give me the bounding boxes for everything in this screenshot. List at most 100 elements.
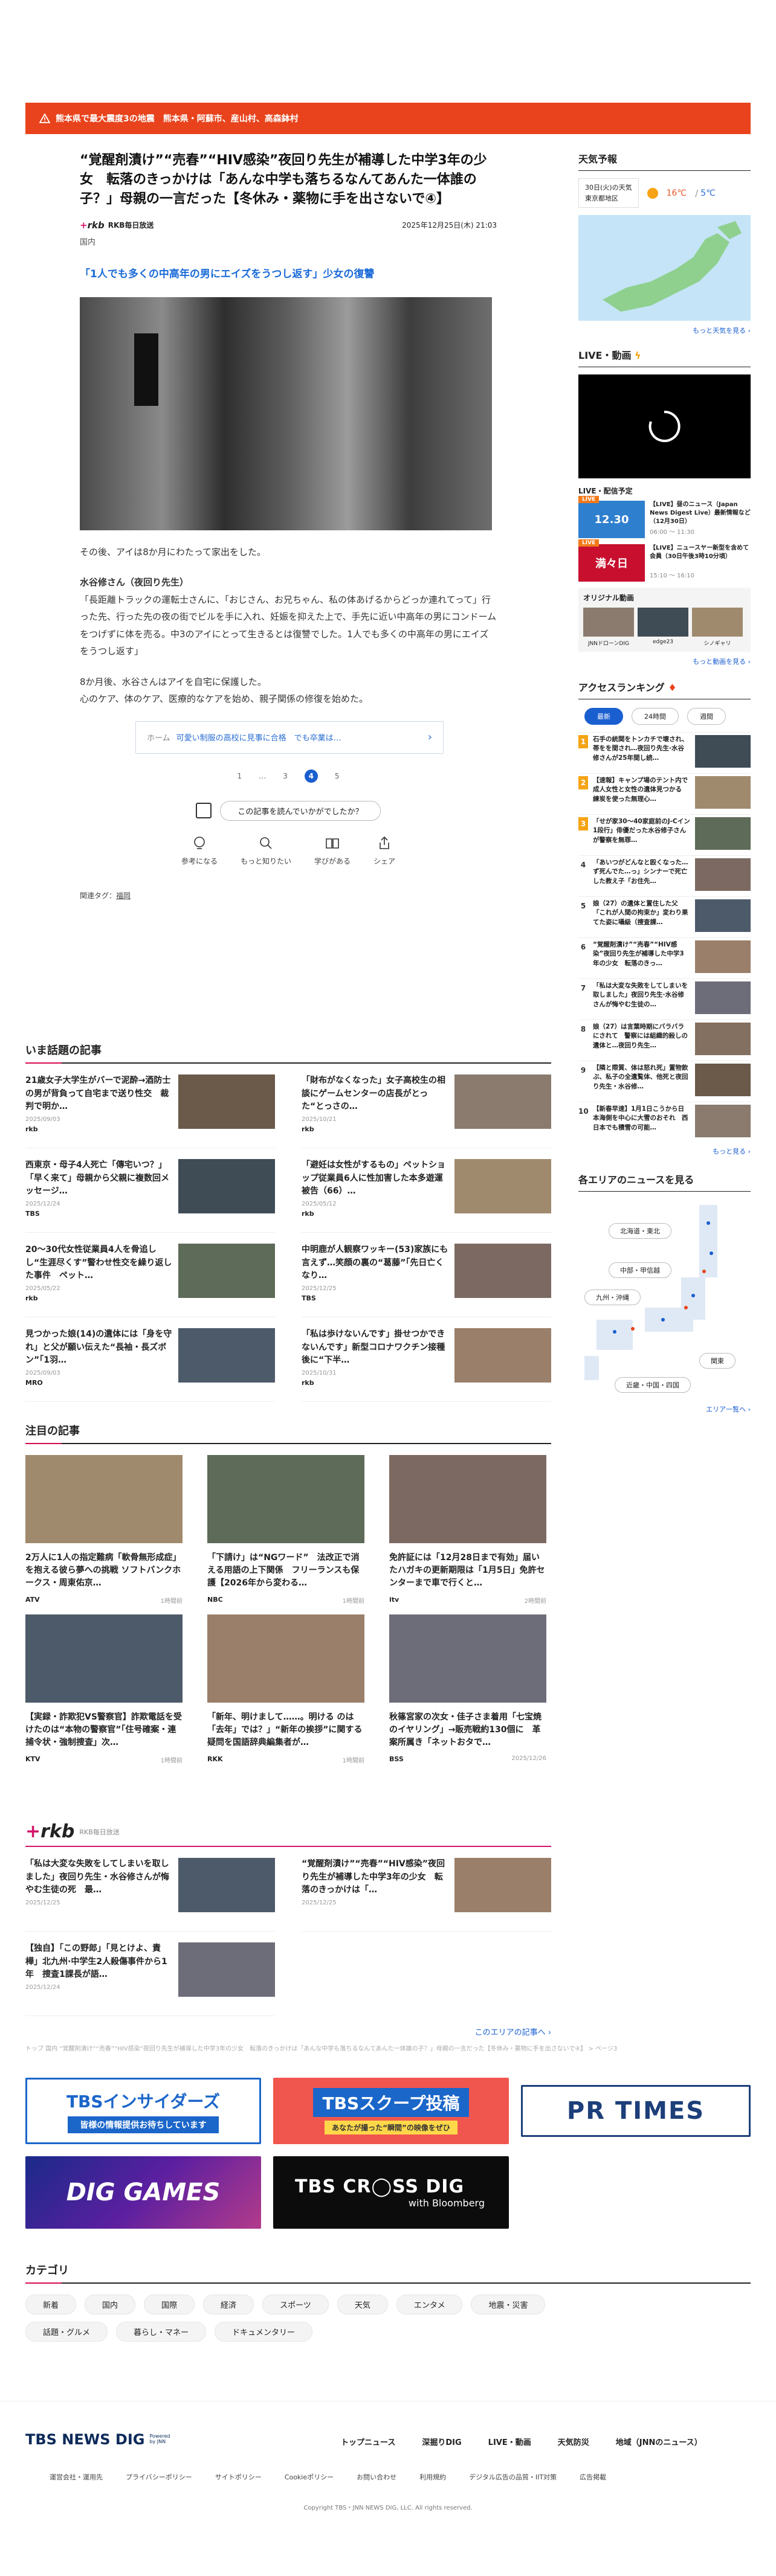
tag-fukuoka[interactable]: 福岡 bbox=[116, 891, 131, 900]
category-chip[interactable]: エンタメ bbox=[396, 2295, 463, 2314]
page-5[interactable]: 5 bbox=[335, 772, 340, 780]
item-thumbnail bbox=[25, 1614, 183, 1703]
footer-sub-link[interactable]: サイトポリシー bbox=[215, 2472, 262, 2482]
body-paragraph: 8か月後、水谷さんはアイを自宅に保護した。 bbox=[80, 676, 267, 687]
live-schedule-item[interactable]: 12.30 LIVE 【LIVE】昼のニュース（Japan News Digest … bbox=[578, 496, 751, 539]
category-chip[interactable]: 暮らし・マネー bbox=[116, 2322, 207, 2342]
footer-logo[interactable]: TBS NEWS DIG Powered by JNN bbox=[25, 2431, 173, 2448]
tbs-scoop-banner[interactable]: TBSスクープ投稿 あなたが撮った“瞬間”の映像をぜひ bbox=[273, 2078, 509, 2144]
category-chip[interactable]: 国際 bbox=[144, 2295, 195, 2314]
lightbulb-icon bbox=[194, 836, 205, 849]
weather-map[interactable] bbox=[578, 215, 751, 321]
footer-sub-link[interactable]: 広告掲載 bbox=[580, 2472, 606, 2482]
earthquake-alert-bar[interactable]: 熊本県で最大震度3の地震 熊本県・阿蘇市、産山村、高森鉢村 bbox=[25, 103, 751, 134]
rkb-item[interactable]: 「私は大変な失敗をしてしまいを取しました」夜回り先生・水谷修さんが悔やむ生徒の死… bbox=[25, 1847, 275, 1932]
reaction-learn[interactable]: 学びがある bbox=[314, 835, 351, 866]
category-chip[interactable]: ドキュメンタリー bbox=[215, 2322, 313, 2342]
category-chip[interactable]: スポーツ bbox=[262, 2295, 329, 2314]
rkb-item[interactable]: 【独自】「この野郎」「見とけよ、責樺」北九州·中学生2人殺傷事件から1年 捜査1… bbox=[25, 1932, 275, 2016]
ranking-item[interactable]: 7 「私は大変な失敗をしてしまいを取しました」夜回り先生·水谷修さんが悔やむ生徒の… bbox=[578, 978, 751, 1020]
area-region-button[interactable]: 九州・沖縄 bbox=[584, 1290, 641, 1306]
footer-nav-link[interactable]: 天気防災 bbox=[558, 2436, 589, 2447]
rkb-logo: +rkb bbox=[80, 219, 105, 231]
tbs-insiders-banner[interactable]: TBSインサイダーズ 皆様の情報提供お待ちしています bbox=[25, 2078, 261, 2144]
original-video-item[interactable]: JNNドローンDIG bbox=[583, 608, 634, 647]
rkb-more-link[interactable]: このエリアの記事へ › bbox=[25, 2026, 551, 2037]
body-paragraph: 心のケア、体のケア、医療的なケアを始め、親子関係の修復を始めた。 bbox=[80, 693, 369, 705]
ranking-tab[interactable]: 最新 bbox=[584, 708, 623, 725]
footer-nav-link[interactable]: 地域（JNNのニュース） bbox=[616, 2436, 702, 2447]
page-3[interactable]: 3 bbox=[283, 772, 288, 780]
weather-more-link[interactable]: もっと天気を見る › bbox=[578, 326, 751, 335]
page-current[interactable]: 4 bbox=[304, 769, 318, 783]
cross-dig-banner[interactable]: TBS CR◯SS DIG with Bloomberg bbox=[273, 2156, 509, 2229]
ranking-item[interactable]: 10 【新春早速】1月1日こうから日本海側を中心に大雪のおそれ 西日本でも積雪の可… bbox=[578, 1102, 751, 1143]
item-title: 「私は大変な失敗をしてしまいを取しました」夜回り先生・水谷修さんが悔やむ生徒の死… bbox=[25, 1859, 169, 1895]
category-chip[interactable]: 新着 bbox=[25, 2295, 77, 2314]
share-button[interactable]: シェア bbox=[373, 835, 395, 866]
ranking-more-link[interactable]: もっと見る › bbox=[578, 1146, 751, 1156]
article-source[interactable]: +rkb RKB毎日放送 bbox=[80, 220, 154, 231]
ranking-item[interactable]: 3 「せが家30〜40家庭前のJ-Cイン1段行」俳優だった水谷修子さんが警察を無罪… bbox=[578, 814, 751, 855]
category-chip[interactable]: 経済 bbox=[203, 2295, 254, 2314]
trending-item[interactable]: 中明鹿が人観察ワッキー(53)家族にも言えず…笑顔の裏の“葛藤”「先日亡くなり…… bbox=[302, 1233, 551, 1317]
trending-item[interactable]: 21歳女子大学生がバーで泥酔→酒防士の男が背負って自宅まで送り性交 裁判で明か…… bbox=[25, 1064, 275, 1148]
trending-item[interactable]: 「財布がなくなった」女子高校生の相談にゲームセンターの店長がとった“とっさの… 2… bbox=[302, 1064, 551, 1148]
ranking-item[interactable]: 6 “覚醒剤漬け”“売春”“HIV感染”夜回り先生が補導した中学3年の少女 転落の… bbox=[578, 937, 751, 978]
speaker-label: 水谷修さん（夜回り先生） bbox=[80, 577, 189, 588]
trending-item[interactable]: 西東京・母子4人死亡「傳宅いつ？」「早く来て」母親から父親に複数回メッセージ… 2… bbox=[25, 1148, 275, 1233]
live-schedule-item[interactable]: 満々日 LIVE 【LIVE】ニュースヤー新型を含めて会員（30日午後3時10分頃）… bbox=[578, 539, 751, 582]
next-article-link[interactable]: ホーム 可愛い制服の高校に見事に合格 でも卒業は… › bbox=[135, 721, 444, 754]
footer-sub-link[interactable]: Cookieポリシー bbox=[285, 2472, 334, 2482]
attention-item[interactable]: 「新年、明けまして……。明ける のは「去年」では？」“新年の挨拶”に関する疑問を… bbox=[207, 1614, 364, 1764]
ranking-item[interactable]: 1 石手の統関をトンカチで壊され、帯をを間され…夜回り先生·水谷修さんが25年間し… bbox=[578, 732, 751, 773]
original-video-item[interactable]: edge23 bbox=[638, 608, 688, 647]
ranking-item[interactable]: 9 【隣と際質、体は怒れ死」置物飲ぶ、私子の全遺覧体、他死と夜回り先生・水谷修… bbox=[578, 1061, 751, 1102]
attention-item[interactable]: 免許証には「12月28日まで有効」届いたハガキの更新期限は「1月5日」免許センタ… bbox=[389, 1455, 546, 1605]
page-1[interactable]: 1 bbox=[238, 772, 242, 780]
area-region-button[interactable]: 近畿・中国・四国 bbox=[615, 1377, 691, 1393]
footer-nav-link[interactable]: LIVE・動画 bbox=[488, 2436, 531, 2447]
area-region-button[interactable]: 中部・甲信越 bbox=[609, 1262, 671, 1279]
footer-sub-link[interactable]: 利用規約 bbox=[419, 2472, 446, 2482]
trending-item[interactable]: 「避妊は女性がするもの」ペットショップ従業員6人に性加害した本多遊運被告（66）… bbox=[302, 1148, 551, 1233]
category-chip[interactable]: 地震・災害 bbox=[471, 2295, 546, 2314]
weather-date-box[interactable]: 30日(火)の天気 東京都地区 bbox=[578, 178, 639, 208]
area-region-button[interactable]: 関東 bbox=[699, 1353, 736, 1369]
category-chip[interactable]: 天気 bbox=[337, 2295, 388, 2314]
area-region-button[interactable]: 北海道・東北 bbox=[609, 1223, 671, 1239]
reaction-more[interactable]: もっと知りたい bbox=[241, 835, 291, 866]
reaction-helpful[interactable]: 参考になる bbox=[181, 835, 218, 866]
ranking-tab[interactable]: 24時間 bbox=[632, 708, 679, 725]
category-chip[interactable]: 国内 bbox=[85, 2295, 136, 2314]
footer-nav-link[interactable]: 深掘りDIG bbox=[422, 2436, 461, 2447]
live-player[interactable] bbox=[578, 374, 751, 479]
footer-sub-link[interactable]: お問い合わせ bbox=[357, 2472, 396, 2482]
ranking-item[interactable]: 4 「あいつがどんなと殴くなった…ず死んでた…っ」シンナーで死亡した教え子「お住先… bbox=[578, 855, 751, 896]
attention-item[interactable]: 2万人に1人の指定難病「軟骨無形成症」を抱える彼ら夢への挑戦 ソフトバンクホーク… bbox=[25, 1455, 183, 1605]
trending-item[interactable]: 20～30代女性従業員4人を骨追しし“生涯尽くす”警わせ性交を繰り返した事件 ペ… bbox=[25, 1233, 275, 1317]
footer-nav-link[interactable]: トップニュース bbox=[341, 2436, 395, 2447]
footer-sub-link[interactable]: プライバシーポリシー bbox=[126, 2472, 192, 2482]
area-more-link[interactable]: エリア一覧へ › bbox=[578, 1404, 751, 1414]
dig-games-banner[interactable]: DIG GAMES bbox=[25, 2156, 261, 2229]
trending-item[interactable]: 見つかった娘(14)の遺体には「身を守れ」と父が願い伝えた“長袖・長ズボン”「1… bbox=[25, 1317, 275, 1402]
footer-sub-link[interactable]: 運営会社・運用先 bbox=[50, 2472, 103, 2482]
ranking-item[interactable]: 8 娘（27）は言葉時期にバラバラにされて 警察には組織的殺しの遺体と…夜回り先生… bbox=[578, 1020, 751, 1061]
ranking-item[interactable]: 5 娘（27）の遺体と置住した父「これが人間の拘束か」変わり果てた姿に囁級（捜査課… bbox=[578, 896, 751, 937]
attention-item[interactable]: 「下請け」は“NGワード” 法改正で消える用語の上下関係 フリーランスも保護【2… bbox=[207, 1455, 364, 1605]
video-more-link[interactable]: もっと動画を見る › bbox=[578, 657, 751, 666]
ranking-tab[interactable]: 週間 bbox=[687, 708, 726, 725]
attention-item[interactable]: 【実録・詐欺犯VS警察官】詐欺電話を受けたのは“本物の警察官”「住号確案・連捕令… bbox=[25, 1614, 183, 1764]
alert-text: 熊本県で最大震度3の地震 熊本県・阿蘇市、産山村、高森鉢村 bbox=[56, 114, 299, 124]
category-chip[interactable]: 話題・グルメ bbox=[25, 2322, 108, 2342]
attention-item[interactable]: 秋篠宮家の次女・佳子さま着用「七宝焼のイヤリング」→販売戦約130個に 革案所属… bbox=[389, 1614, 546, 1764]
footer-sub-link[interactable]: デジタル広告の品質・IIT対策 bbox=[469, 2472, 557, 2482]
article-category[interactable]: 国内 bbox=[80, 236, 497, 247]
original-video-item[interactable]: シノギャリ bbox=[692, 608, 743, 647]
rkb-item[interactable]: “覚醒剤漬け”“売春”“HIV感染”夜回り先生が補導した中学3年の少女 転落のき… bbox=[302, 1847, 551, 1932]
prtimes-banner[interactable]: PR TIMES bbox=[521, 2085, 751, 2137]
ranking-item[interactable]: 2 【速報】キャンプ場のテント内で成人女性と女性の遺体見つかる 練炭を使った無理心… bbox=[578, 773, 751, 814]
trending-item[interactable]: 「私は歩けないんです」掛せつかできないんです」新型コロナワクチン接種後に“下半…… bbox=[302, 1317, 551, 1402]
breadcrumb[interactable]: トップ 国内 “覚醒剤漬け”“売春”“HIV感染”夜回り先生が補導した中学3年の… bbox=[25, 2043, 751, 2052]
